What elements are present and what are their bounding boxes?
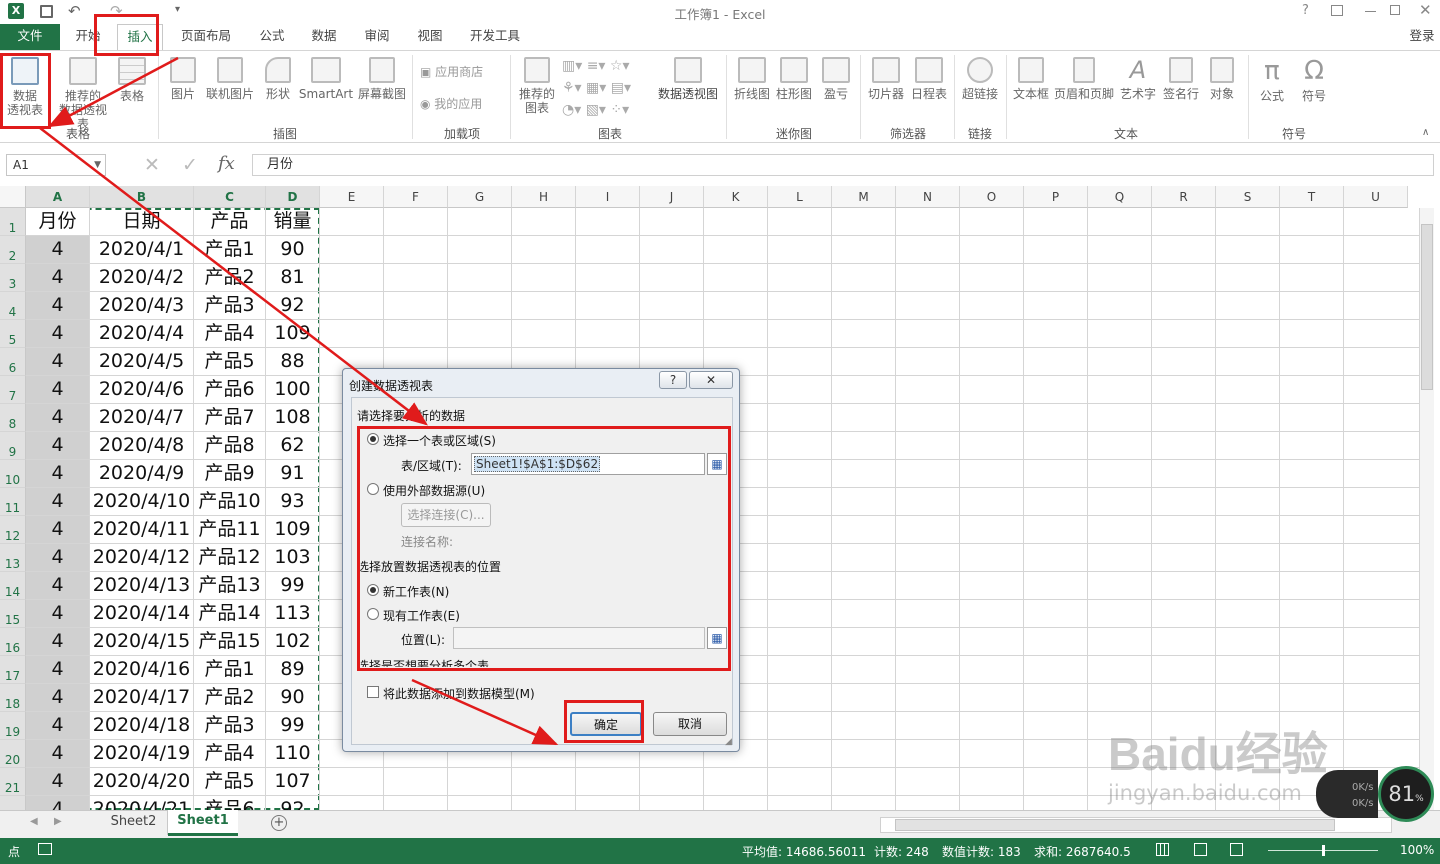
performance-widget[interactable]: 81%: [1378, 766, 1434, 822]
network-widget: 0K/s 0K/s: [1316, 770, 1378, 818]
usage-percent-unit: %: [1415, 794, 1424, 804]
arrow-dialog-to-ok: [411, 678, 559, 746]
arrow-button-to-dialog: [39, 127, 428, 426]
upload-speed: 0K/s: [1352, 782, 1374, 793]
download-speed: 0K/s: [1352, 798, 1374, 809]
arrow-tab-to-button: [47, 56, 179, 128]
usage-percent: 81: [1388, 782, 1416, 806]
